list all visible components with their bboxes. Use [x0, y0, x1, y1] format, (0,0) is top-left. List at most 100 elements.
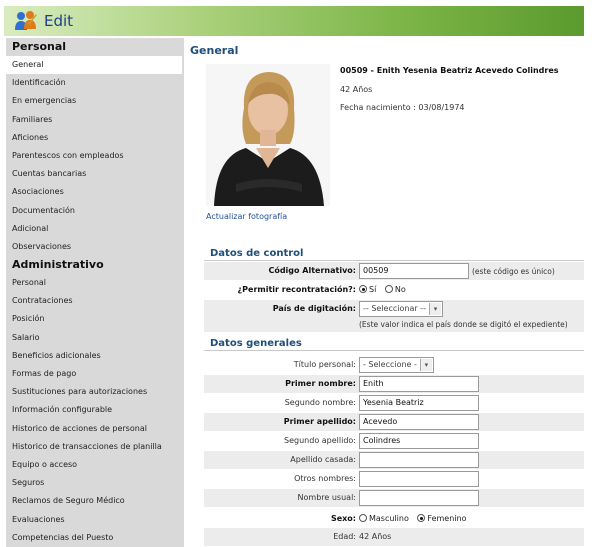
chevron-down-icon[interactable]: ▾: [428, 303, 441, 315]
sidebar-section-administrativo: Administrativo: [12, 258, 104, 272]
sex-row: Sexo: Masculino Femenino: [204, 510, 584, 528]
first-name-label: Primer nombre:: [285, 379, 356, 388]
country-label: País de digitación:: [272, 304, 356, 313]
sidebar-item-personal[interactable]: Personal: [6, 274, 184, 292]
employee-name: 00509 - Enith Yesenia Beatriz Acevedo Co…: [340, 66, 559, 75]
control-data-heading: Datos de control: [210, 248, 304, 259]
personal-title-select[interactable]: - Seleccione - ▾: [359, 357, 434, 373]
sex-label: Sexo:: [330, 514, 356, 523]
sidebar-item-formas-pago[interactable]: Formas de pago: [6, 365, 184, 383]
second-name-row: Segundo nombre: Yesenia Beatriz: [204, 394, 584, 412]
second-name-label: Segundo nombre:: [284, 398, 356, 407]
sidebar-item-parentescos[interactable]: Parentescos con empleados: [6, 147, 184, 165]
rehire-no-label: No: [394, 285, 406, 294]
personal-title-value: - Seleccione -: [363, 360, 417, 369]
second-lastname-row: Segundo apellido: Colindres: [204, 432, 584, 450]
window-title: Edit: [44, 12, 74, 30]
main-panel: General Actualizar fotografía 00509 - En…: [190, 38, 586, 547]
sidebar-item-reclamos-seguro[interactable]: Reclamos de Seguro Médico: [6, 492, 184, 510]
rehire-yes-option[interactable]: Sí: [359, 285, 376, 294]
divider: [204, 350, 584, 351]
radio-selected-icon[interactable]: [417, 514, 426, 522]
sex-male-option[interactable]: Masculino: [359, 514, 409, 523]
sidebar-item-contrataciones[interactable]: Contrataciones: [6, 292, 184, 310]
people-icon: [14, 10, 38, 32]
alt-code-label: Código Alternativo:: [268, 266, 356, 275]
first-name-row: Primer nombre: Enith: [204, 375, 584, 393]
sidebar-item-competencias[interactable]: Competencias del Puesto: [6, 529, 184, 547]
sidebar-item-sustituciones[interactable]: Sustituciones para autorizaciones: [6, 383, 184, 401]
title-bar: Edit: [4, 6, 584, 36]
first-name-input[interactable]: Enith: [359, 376, 479, 392]
sex-female-label: Femenino: [427, 514, 467, 523]
radio-icon[interactable]: [359, 514, 367, 522]
sidebar-item-emergencias[interactable]: En emergencias: [6, 92, 184, 110]
married-name-input[interactable]: [359, 452, 479, 468]
other-names-row: Otros nombres:: [204, 470, 584, 488]
employee-photo: [206, 64, 330, 206]
sidebar-item-aficiones[interactable]: Aficiones: [6, 129, 184, 147]
usual-name-input[interactable]: [359, 490, 479, 506]
sex-female-option[interactable]: Femenino: [417, 514, 466, 523]
age-value: 42 Años: [359, 532, 392, 541]
sidebar-section-personal: Personal: [12, 40, 67, 53]
sidebar-item-familiares[interactable]: Familiares: [6, 111, 184, 129]
employee-age: 42 Años: [340, 85, 373, 94]
sidebar-item-evaluaciones[interactable]: Evaluaciones: [6, 511, 184, 529]
sidebar-item-beneficios[interactable]: Beneficios adicionales: [6, 347, 184, 365]
sidebar-item-historico-transacciones[interactable]: Historico de transacciones de planilla: [6, 438, 184, 456]
sidebar-item-seguros[interactable]: Seguros: [6, 474, 184, 492]
sidebar: Personal General Identificación En emerg…: [6, 38, 184, 547]
first-lastname-row: Primer apellido: Acevedo: [204, 413, 584, 431]
rehire-radios: Sí No: [359, 285, 412, 294]
married-name-row: Apellido casada:: [204, 451, 584, 469]
rehire-label: ¿Permitir recontratación?:: [237, 285, 356, 294]
sex-radios: Masculino Femenino: [359, 514, 472, 523]
general-data-heading: Datos generales: [210, 338, 302, 349]
second-lastname-label: Segundo apellido:: [284, 436, 356, 445]
alt-code-row: Código Alternativo: 00509 (este código e…: [204, 262, 584, 280]
second-lastname-input[interactable]: Colindres: [359, 433, 479, 449]
sidebar-item-observaciones[interactable]: Observaciones: [6, 238, 184, 256]
other-names-input[interactable]: [359, 471, 479, 487]
divider: [204, 260, 584, 261]
other-names-label: Otros nombres:: [294, 474, 356, 483]
radio-icon[interactable]: [384, 285, 393, 293]
country-row: País de digitación: -- Seleccionar -- ▾ …: [204, 300, 584, 332]
usual-name-row: Nombre usual:: [204, 489, 584, 507]
usual-name-label: Nombre usual:: [297, 493, 356, 502]
sidebar-item-equipo-acceso[interactable]: Equipo o acceso: [6, 456, 184, 474]
sidebar-item-asociaciones[interactable]: Asociaciones: [6, 183, 184, 201]
country-note: (Este valor indica el país donde se digi…: [359, 320, 568, 329]
sidebar-item-cuentas-bancarias[interactable]: Cuentas bancarias: [6, 165, 184, 183]
update-photo-link[interactable]: Actualizar fotografía: [206, 212, 287, 221]
sidebar-item-salario[interactable]: Salario: [6, 329, 184, 347]
sidebar-item-documentacion[interactable]: Documentación: [6, 202, 184, 220]
personal-title-row: Título personal: - Seleccione - ▾: [204, 356, 584, 374]
page-title: General: [190, 44, 239, 57]
country-select-value: -- Seleccionar --: [363, 304, 426, 313]
alt-code-input[interactable]: 00509: [359, 263, 469, 279]
sidebar-item-posicion[interactable]: Posición: [6, 310, 184, 328]
age-row: Edad: 42 Años: [204, 528, 584, 546]
sex-male-label: Masculino: [369, 514, 409, 523]
sidebar-item-adicional[interactable]: Adicional: [6, 220, 184, 238]
first-lastname-input[interactable]: Acevedo: [359, 414, 479, 430]
chevron-down-icon[interactable]: ▾: [419, 359, 432, 371]
alt-code-note: (este código es único): [472, 267, 555, 276]
employee-birth-date: Fecha nacimiento : 03/08/1974: [340, 103, 465, 112]
married-name-label: Apellido casada:: [290, 455, 356, 464]
personal-title-label: Título personal:: [293, 360, 356, 369]
sidebar-item-identificacion[interactable]: Identificación: [6, 74, 184, 92]
country-select[interactable]: -- Seleccionar -- ▾: [359, 301, 443, 317]
rehire-yes-label: Sí: [369, 285, 377, 294]
sidebar-item-historico-acciones[interactable]: Historico de acciones de personal: [6, 420, 184, 438]
first-lastname-label: Primer apellido:: [283, 417, 356, 426]
rehire-row: ¿Permitir recontratación?: Sí No: [204, 281, 584, 299]
rehire-no-option[interactable]: No: [384, 285, 406, 294]
sidebar-item-general[interactable]: General: [6, 56, 182, 75]
sidebar-item-info-configurable[interactable]: Información configurable: [6, 401, 184, 419]
age-label: Edad:: [333, 532, 356, 541]
second-name-input[interactable]: Yesenia Beatriz: [359, 395, 479, 411]
radio-selected-icon[interactable]: [359, 285, 367, 293]
